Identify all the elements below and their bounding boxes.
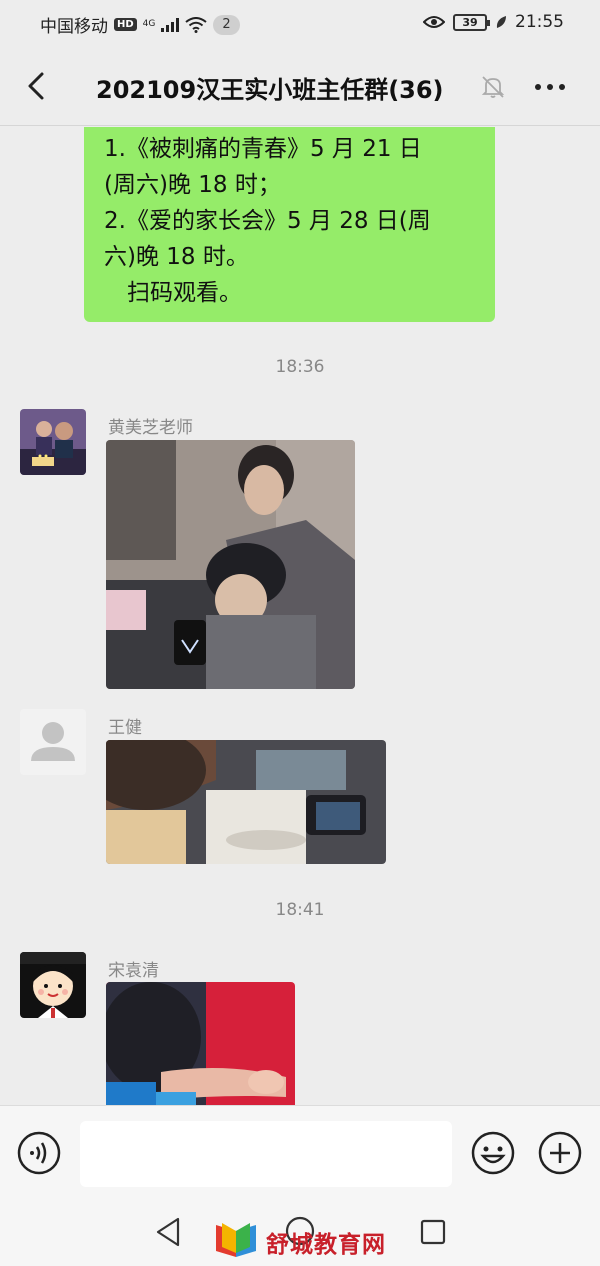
sender-name: 宋袁清: [108, 961, 159, 981]
avatar-photo: [20, 409, 86, 475]
image-message[interactable]: [106, 982, 295, 1105]
wifi-icon: [185, 16, 207, 33]
system-nav-bar: 舒城教育网: [0, 1201, 600, 1266]
chat-photo: [106, 440, 355, 689]
message-input[interactable]: [80, 1121, 452, 1187]
bubble-line: 2.《爱的家长会》5 月 28 日(周: [104, 208, 431, 234]
chat-photo: [106, 982, 295, 1105]
mute-bell-icon: [481, 76, 505, 98]
timestamp: 18:41: [275, 900, 325, 920]
status-right: 39 21:55: [423, 12, 564, 32]
sender-name: 黄美芝老师: [108, 418, 193, 438]
avatar[interactable]: [20, 409, 86, 475]
carrier-label: 中国移动: [40, 17, 108, 37]
nav-recent-apps-icon[interactable]: [420, 1219, 446, 1245]
watermark-book-logo: [216, 1223, 256, 1257]
bubble-line: 六)晚 18 时。: [104, 244, 249, 270]
input-bar: [0, 1105, 600, 1201]
network-type-label: 4G: [142, 19, 156, 29]
hd-icon: HD: [114, 18, 137, 31]
default-avatar-icon: [20, 709, 86, 775]
leaf-icon: [496, 16, 506, 28]
image-message[interactable]: [106, 740, 386, 864]
message-list[interactable]: 1.《被刺痛的青春》5 月 21 日 (周六)晚 18 时； 2.《爱的家长会》…: [0, 127, 600, 1105]
watermark-text: 舒城教育网: [266, 1232, 386, 1258]
signal-icon: [161, 17, 180, 32]
outgoing-text-bubble[interactable]: 1.《被刺痛的青春》5 月 21 日 (周六)晚 18 时； 2.《爱的家长会》…: [84, 127, 495, 322]
nav-back-icon[interactable]: [152, 1215, 184, 1249]
clock: 21:55: [515, 12, 564, 32]
eye-icon: [423, 16, 445, 28]
voice-input-icon[interactable]: [16, 1130, 62, 1176]
status-bar: 中国移动 HD 4G 2 39 21:55: [0, 0, 600, 48]
chat-header: 202109汉王实小班主任群(36): [0, 48, 600, 126]
sender-name: 王健: [108, 718, 142, 738]
avatar[interactable]: [20, 952, 86, 1018]
more-options-icon[interactable]: [530, 72, 570, 102]
chat-photo: [106, 740, 386, 864]
status-left: 中国移动 HD 4G 2: [40, 12, 240, 37]
bubble-line: 1.《被刺痛的青春》5 月 21 日: [104, 136, 422, 162]
cartoon-avatar: [20, 952, 86, 1018]
timestamp: 18:36: [275, 357, 325, 377]
bubble-line: 扫码观看。: [104, 280, 242, 306]
back-arrow-icon[interactable]: [20, 68, 56, 104]
battery-indicator: 39: [453, 13, 490, 31]
avatar[interactable]: [20, 709, 86, 775]
notification-count-badge: 2: [213, 14, 240, 35]
bubble-line: (周六)晚 18 时；: [104, 172, 281, 198]
emoji-icon[interactable]: [470, 1130, 516, 1176]
add-more-icon[interactable]: [537, 1130, 583, 1176]
image-message[interactable]: [106, 440, 355, 689]
chat-title: 202109汉王实小班主任群(36): [96, 76, 444, 104]
